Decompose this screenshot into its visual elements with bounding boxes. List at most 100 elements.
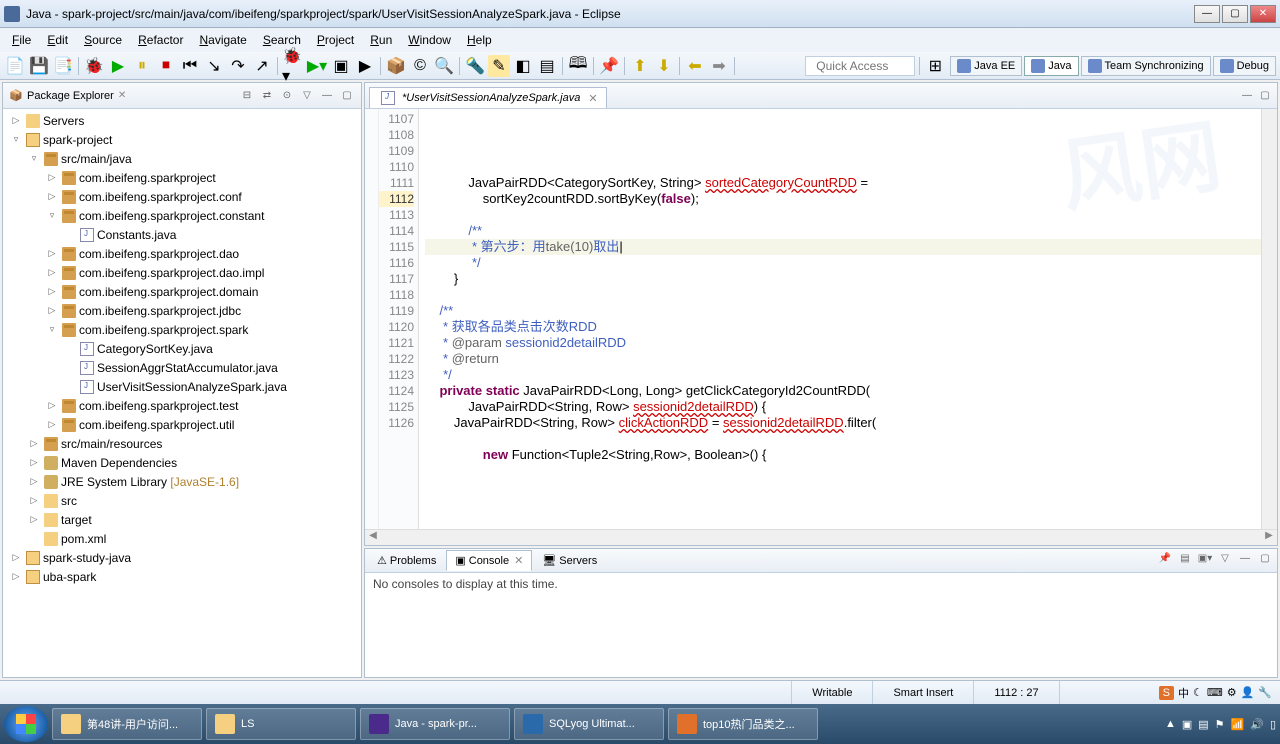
menu-file[interactable]: File [4, 30, 39, 50]
tree-item[interactable]: ▷com.ibeifeng.sparkproject.domain [3, 282, 361, 301]
coverage-button[interactable]: ▣ [330, 55, 352, 77]
tree-item[interactable]: ▷src [3, 491, 361, 510]
toggle-mark-button[interactable]: ✎ [488, 55, 510, 77]
new-button[interactable]: 📄 [4, 55, 26, 77]
tray-keyboard-icon[interactable]: ⌨ [1207, 686, 1223, 699]
tray-app2-icon[interactable]: ▤ [1198, 718, 1208, 731]
vertical-scrollbar[interactable] [1261, 109, 1277, 529]
tree-item[interactable]: ▷com.ibeifeng.sparkproject.util [3, 415, 361, 434]
console-new-button[interactable]: ▣▾ [1197, 553, 1213, 569]
menu-source[interactable]: Source [76, 30, 130, 50]
tab-problems[interactable]: ⚠Problems [369, 551, 444, 570]
view-menu-button[interactable]: ▽ [299, 88, 315, 104]
debug-button[interactable]: 🐞 [83, 55, 105, 77]
pause-button[interactable]: ⏸ [131, 55, 153, 77]
console-max-button[interactable]: ▢ [1257, 553, 1273, 569]
tray-user-icon[interactable]: 👤 [1241, 686, 1255, 699]
tree-item[interactable]: ▷com.ibeifeng.sparkproject.dao [3, 244, 361, 263]
tree-item[interactable]: ▿com.ibeifeng.sparkproject.constant [3, 206, 361, 225]
disconnect-button[interactable]: ⏮ [179, 55, 201, 77]
collapse-all-button[interactable]: ⊟ [239, 88, 255, 104]
taskbar-item[interactable]: SQLyog Ultimat... [514, 708, 664, 740]
save-all-button[interactable]: 📑 [52, 55, 74, 77]
back-button[interactable]: ⬅ [684, 55, 706, 77]
new-package-button[interactable]: 📦 [385, 55, 407, 77]
taskbar-item[interactable]: 第48讲-用户访问... [52, 708, 202, 740]
horizontal-scrollbar[interactable]: ◀ ▶ [365, 529, 1277, 545]
task-button[interactable]: ▤ [536, 55, 558, 77]
tray-flag-icon[interactable]: ⚑ [1215, 718, 1225, 731]
perspective-team-synchronizing[interactable]: Team Synchronizing [1081, 56, 1211, 76]
maximize-view-button[interactable]: ▢ [339, 88, 355, 104]
tree-item[interactable]: ▿spark-project [3, 130, 361, 149]
tree-item[interactable]: ▷com.ibeifeng.sparkproject.test [3, 396, 361, 415]
tree-item[interactable]: ▷com.ibeifeng.sparkproject.conf [3, 187, 361, 206]
code-body[interactable]: 风网 JavaPairRDD<CategorySortKey, String> … [419, 109, 1261, 529]
maximize-editor-button[interactable]: ▢ [1257, 90, 1273, 104]
tree-item[interactable]: UserVisitSessionAnalyzeSpark.java [3, 377, 361, 396]
save-button[interactable]: 💾 [28, 55, 50, 77]
console-pin-button[interactable]: 📌 [1157, 553, 1173, 569]
console-min-button[interactable]: — [1237, 553, 1253, 569]
tab-servers[interactable]: 🖥Servers [534, 551, 605, 570]
run-button[interactable]: ▶ [107, 55, 129, 77]
nav-back-button[interactable]: 🕮 [567, 55, 589, 77]
tree-item[interactable]: ▷Servers [3, 111, 361, 130]
prev-annotation-button[interactable]: ⬆ [629, 55, 651, 77]
taskbar-item[interactable]: LS [206, 708, 356, 740]
menu-window[interactable]: Window [400, 30, 459, 50]
tree-item[interactable]: ▷com.ibeifeng.sparkproject.dao.impl [3, 263, 361, 282]
open-type-button[interactable]: 🔍 [433, 55, 455, 77]
tree-item[interactable]: ▷com.ibeifeng.sparkproject.jdbc [3, 301, 361, 320]
menu-project[interactable]: Project [309, 30, 362, 50]
quick-access-input[interactable] [805, 56, 915, 76]
link-editor-button[interactable]: ⇄ [259, 88, 275, 104]
perspective-java[interactable]: Java [1024, 56, 1078, 76]
step-return-button[interactable]: ↗ [251, 55, 273, 77]
tray-network-icon[interactable]: 📶 [1231, 718, 1245, 731]
console-menu-button[interactable]: ▽ [1217, 553, 1233, 569]
scroll-left-icon[interactable]: ◀ [365, 530, 381, 545]
minimize-button[interactable]: — [1194, 5, 1220, 23]
tray-app1-icon[interactable]: ▣ [1182, 718, 1192, 731]
tree-item[interactable]: CategorySortKey.java [3, 339, 361, 358]
taskbar-item[interactable]: top10热门品类之... [668, 708, 818, 740]
menu-refactor[interactable]: Refactor [130, 30, 191, 50]
tray-more-icon[interactable]: ▯ [1270, 718, 1276, 731]
perspective-java-ee[interactable]: Java EE [950, 56, 1022, 76]
tree-item[interactable]: ▿src/main/java [3, 149, 361, 168]
editor-tab[interactable]: *UserVisitSessionAnalyzeSpark.java ✕ [369, 87, 607, 108]
new-class-button[interactable]: © [409, 55, 431, 77]
tree-item[interactable]: ▷JRE System Library [JavaSE-1.6] [3, 472, 361, 491]
code-editor[interactable]: 1107110811091110111111121113111411151116… [365, 109, 1277, 529]
tree-item[interactable]: ▷uba-spark [3, 567, 361, 586]
menu-edit[interactable]: Edit [39, 30, 76, 50]
run-last-button[interactable]: ▶ [354, 55, 376, 77]
menu-help[interactable]: Help [459, 30, 500, 50]
minimize-editor-button[interactable]: — [1239, 90, 1255, 104]
tree-item[interactable]: pom.xml [3, 529, 361, 548]
search-button[interactable]: 🔦 [464, 55, 486, 77]
stop-button[interactable]: ⏹ [155, 55, 177, 77]
close-button[interactable]: ✕ [1250, 5, 1276, 23]
forward-button[interactable]: ➡ [708, 55, 730, 77]
console-display-button[interactable]: ▤ [1177, 553, 1193, 569]
tree-item[interactable]: ▷com.ibeifeng.sparkproject [3, 168, 361, 187]
tray-volume-icon[interactable]: 🔊 [1250, 718, 1264, 731]
minimize-view-button[interactable]: — [319, 88, 335, 104]
tab-close-icon[interactable]: ✕ [118, 90, 126, 101]
menu-navigate[interactable]: Navigate [191, 30, 254, 50]
tree-item[interactable]: ▷src/main/resources [3, 434, 361, 453]
menu-run[interactable]: Run [362, 30, 400, 50]
scroll-right-icon[interactable]: ▶ [1261, 530, 1277, 545]
focus-button[interactable]: ⊙ [279, 88, 295, 104]
next-annotation-button[interactable]: ⬇ [653, 55, 675, 77]
tree-item[interactable]: ▷Maven Dependencies [3, 453, 361, 472]
perspective-debug[interactable]: Debug [1213, 56, 1276, 76]
annotations-button[interactable]: ◧ [512, 55, 534, 77]
start-button[interactable] [4, 706, 48, 742]
close-tab-icon[interactable]: ✕ [588, 92, 597, 105]
package-tree[interactable]: ▷Servers▿spark-project▿src/main/java▷com… [3, 109, 361, 677]
run-dropdown[interactable]: ▶▾ [306, 55, 328, 77]
tree-item[interactable]: ▿com.ibeifeng.sparkproject.spark [3, 320, 361, 339]
